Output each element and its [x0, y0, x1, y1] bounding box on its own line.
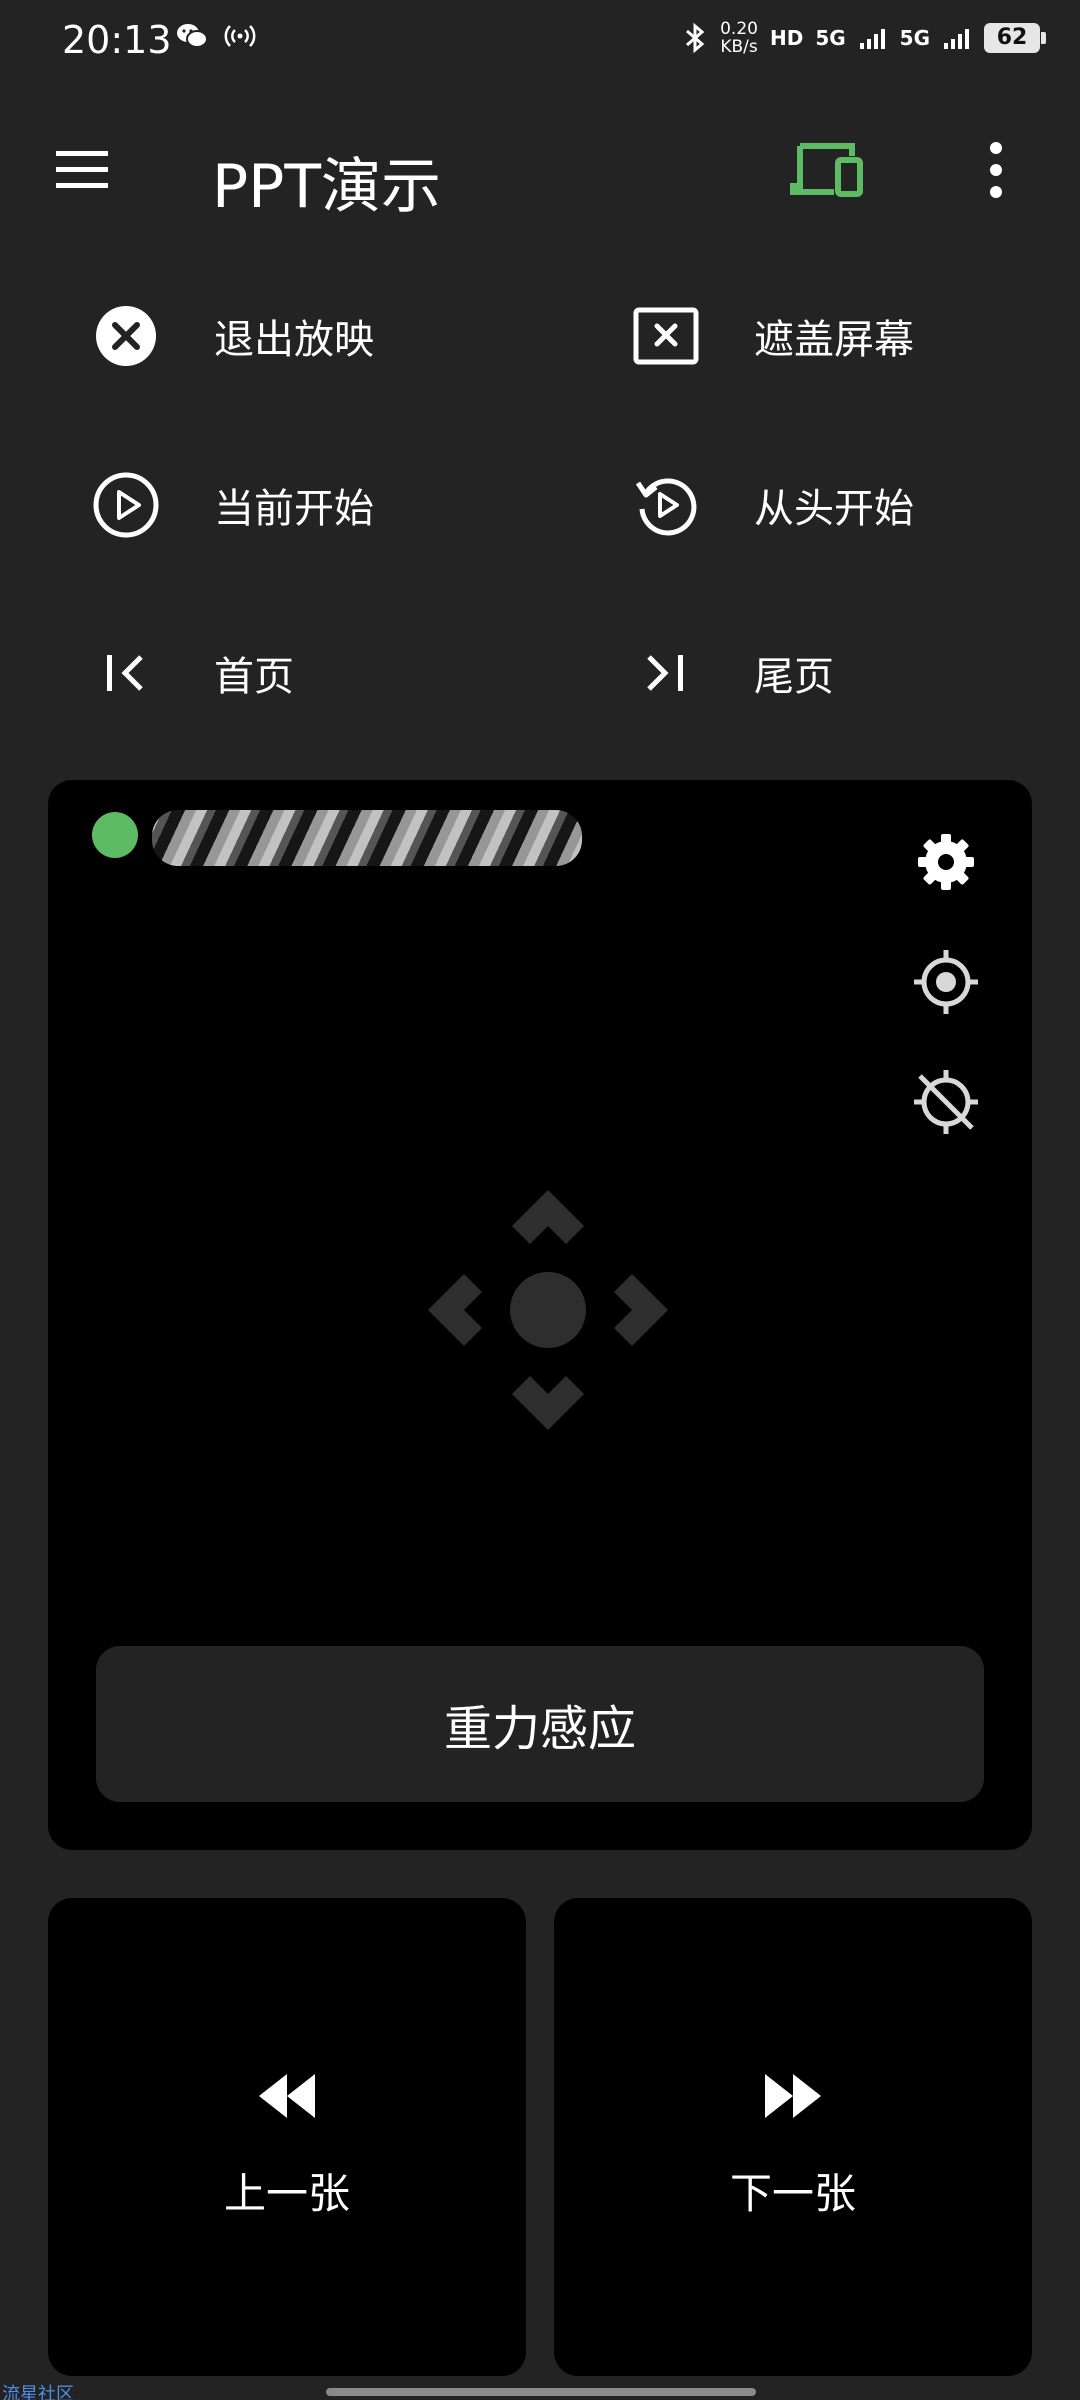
connected-device-name: [152, 810, 582, 866]
more-vertical-icon: [990, 142, 1002, 198]
network-rate: 0.20 KB/s: [720, 19, 758, 57]
more-options-button[interactable]: [976, 140, 1016, 200]
device-button[interactable]: [789, 140, 866, 200]
app-bar: PPT演示: [0, 110, 1080, 230]
exit-slideshow-button[interactable]: 退出放映: [88, 281, 568, 391]
previous-slide-label: 上一张: [223, 2169, 350, 2218]
cover-screen-icon: [628, 298, 704, 374]
cover-screen-label: 遮盖屏幕: [754, 317, 914, 363]
cover-screen-button[interactable]: 遮盖屏幕: [628, 281, 1080, 391]
battery-indicator: 62: [984, 23, 1046, 53]
start-from-current-button[interactable]: 当前开始: [88, 450, 568, 560]
menu-button[interactable]: [52, 145, 112, 195]
gps-off-icon: [914, 1070, 978, 1134]
first-page-button[interactable]: 首页: [88, 618, 568, 728]
start-from-beginning-label: 从头开始: [754, 486, 914, 532]
gravity-sensor-button[interactable]: 重力感应: [96, 1646, 984, 1802]
exit-slideshow-label: 退出放映: [214, 317, 374, 363]
status-time: 20:13: [62, 18, 172, 62]
status-right: 0.20 KB/s HD 5G 5G 62: [682, 19, 1046, 57]
next-slide-button[interactable]: 下一张: [554, 1898, 1032, 2376]
dpad-control[interactable]: [418, 1180, 678, 1440]
calibrate-button[interactable]: [910, 946, 982, 1018]
signal-icon: [944, 29, 969, 49]
sim1-label: 5G: [815, 26, 846, 50]
sim2-label: 5G: [899, 26, 930, 50]
wechat-icon: [177, 24, 208, 48]
restart-icon: [628, 467, 704, 543]
close-circle-icon: [88, 298, 164, 374]
status-left-icons: [176, 22, 256, 50]
devices-icon: [789, 143, 863, 197]
start-from-current-label: 当前开始: [214, 486, 374, 532]
rewind-icon: [259, 2074, 315, 2118]
status-bar: 20:13 0.20 KB/s HD 5G 5G 62: [0, 0, 1080, 90]
fast-forward-icon: [765, 2074, 821, 2118]
signal-icon: [859, 29, 885, 49]
last-page-icon: [628, 635, 704, 711]
hamburger-menu-icon: [56, 151, 108, 188]
settings-icon: [918, 834, 974, 890]
last-page-button[interactable]: 尾页: [628, 618, 1080, 728]
hd-badge: HD: [769, 26, 804, 50]
last-page-label: 尾页: [754, 654, 834, 700]
start-from-beginning-button[interactable]: 从头开始: [628, 450, 1080, 560]
touchpad-area[interactable]: 重力感应: [48, 780, 1032, 1850]
previous-slide-button[interactable]: 上一张: [48, 1898, 526, 2376]
bluetooth-icon: [686, 22, 705, 54]
first-page-label: 首页: [214, 654, 294, 700]
disable-pointer-button[interactable]: [910, 1066, 982, 1138]
home-indicator[interactable]: [326, 2388, 756, 2396]
watermark-text: 流星社区: [2, 2384, 74, 2400]
pad-settings-button[interactable]: [910, 826, 982, 898]
page-title: PPT演示: [212, 152, 442, 222]
hotspot-icon: [224, 25, 256, 47]
play-circle-icon: [88, 467, 164, 543]
gps-fixed-icon: [914, 950, 978, 1014]
first-page-icon: [88, 635, 164, 711]
dpad-icon: [428, 1190, 668, 1430]
next-slide-label: 下一张: [729, 2169, 856, 2218]
connection-status-dot: [92, 812, 138, 858]
